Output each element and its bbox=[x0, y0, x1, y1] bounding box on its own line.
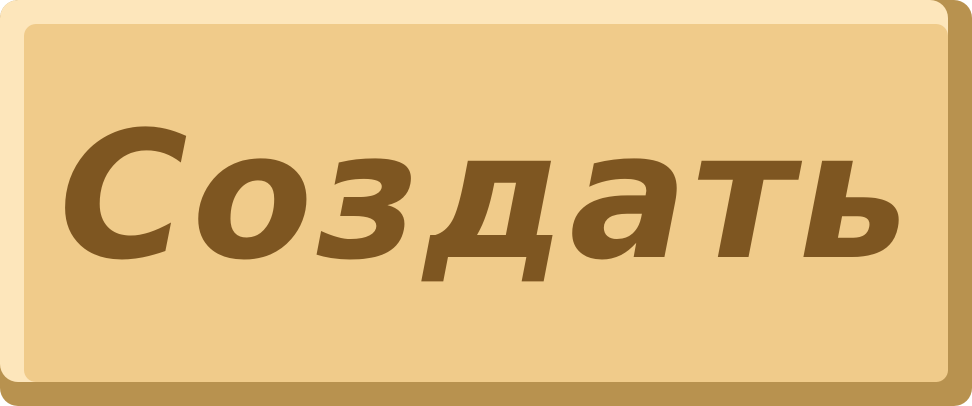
button-face[interactable]: Создать bbox=[24, 24, 948, 382]
create-button[interactable]: Создать bbox=[0, 0, 972, 406]
create-button-label: Создать bbox=[58, 94, 914, 299]
